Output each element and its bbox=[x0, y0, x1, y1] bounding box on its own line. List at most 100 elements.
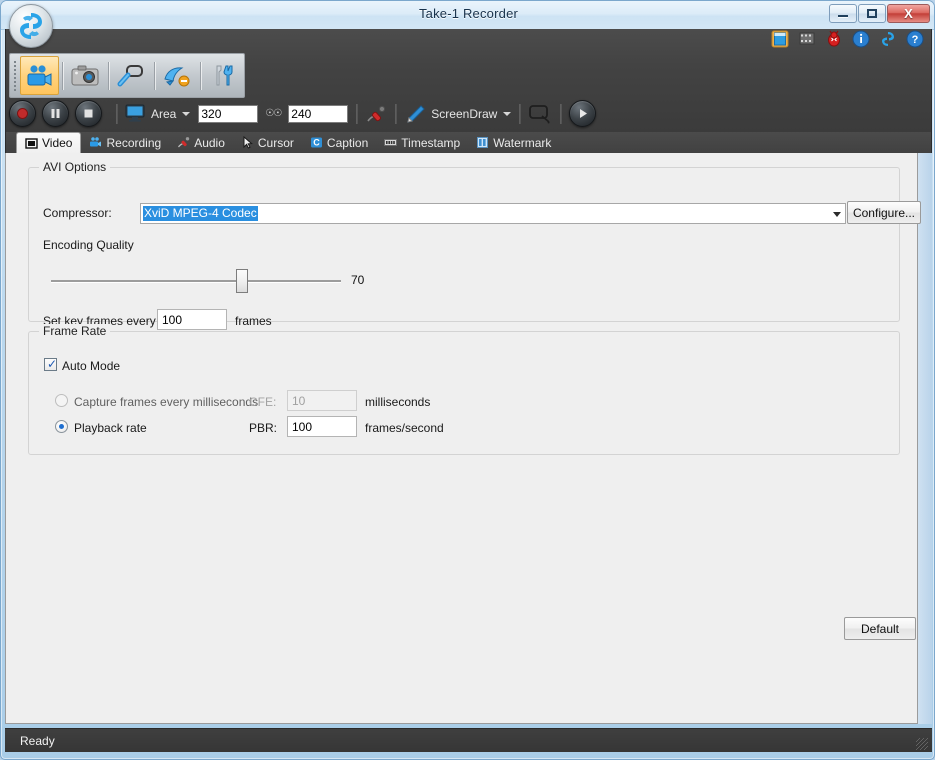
height-input[interactable] bbox=[288, 104, 349, 123]
pause-icon bbox=[51, 109, 60, 118]
tab-caption-label: Caption bbox=[326, 135, 369, 150]
close-button[interactable]: X bbox=[887, 4, 930, 23]
record-icon bbox=[17, 108, 28, 119]
paint-brush-icon bbox=[164, 66, 190, 86]
brand-swirl-icon bbox=[20, 13, 42, 39]
play-button[interactable] bbox=[569, 100, 597, 127]
video-tab-icon bbox=[25, 137, 38, 149]
screendraw-dropdown-caret[interactable] bbox=[503, 111, 512, 116]
toolbar-separator bbox=[107, 61, 109, 90]
playback-rate-label: Playback rate bbox=[74, 421, 147, 435]
tab-cursor-label: Cursor bbox=[257, 135, 294, 150]
encoding-quality-label: Encoding Quality bbox=[43, 238, 134, 252]
select-region-icon[interactable] bbox=[528, 104, 552, 124]
capture-frames-radio[interactable] bbox=[55, 394, 68, 407]
play-icon bbox=[580, 109, 588, 118]
control-separator bbox=[560, 103, 562, 124]
area-dropdown-caret[interactable] bbox=[182, 111, 191, 116]
zoom-mode-button[interactable] bbox=[112, 56, 151, 95]
record-button[interactable] bbox=[9, 100, 36, 127]
default-button[interactable]: Default bbox=[844, 617, 916, 640]
pause-button[interactable] bbox=[42, 100, 69, 127]
tab-watermark-label: Watermark bbox=[493, 135, 552, 150]
cursor-tab-icon bbox=[243, 136, 253, 149]
save-icon[interactable] bbox=[771, 30, 789, 48]
brand-icon[interactable] bbox=[879, 30, 897, 48]
video-camera-icon bbox=[27, 64, 52, 86]
tab-cursor[interactable]: Cursor bbox=[233, 132, 302, 153]
close-icon: X bbox=[904, 6, 913, 21]
screendraw-label: ScreenDraw bbox=[431, 106, 498, 121]
caption-tab-icon: C bbox=[310, 137, 322, 148]
svg-text:?: ? bbox=[912, 34, 919, 46]
encoding-quality-slider[interactable] bbox=[51, 269, 341, 293]
compressor-selected-value: XviD MPEG-4 Codec bbox=[143, 206, 258, 221]
maximize-icon bbox=[859, 5, 885, 22]
tab-recording[interactable]: Recording bbox=[81, 132, 169, 153]
cfe-input[interactable] bbox=[287, 390, 357, 411]
toolbar-separator bbox=[153, 61, 155, 90]
control-separator bbox=[116, 103, 117, 124]
minimize-icon bbox=[830, 5, 856, 22]
avi-options-title: AVI Options bbox=[39, 160, 111, 174]
minimize-button[interactable] bbox=[829, 4, 857, 23]
tools-wrench-icon bbox=[216, 65, 233, 85]
stop-button[interactable] bbox=[75, 100, 102, 127]
capture-frames-label: Capture frames every milliseconds bbox=[74, 395, 259, 409]
chain-link-icon[interactable]: ☉☉ bbox=[265, 108, 282, 119]
monitor-area-icon[interactable] bbox=[125, 104, 145, 123]
tab-caption[interactable]: C Caption bbox=[302, 132, 376, 153]
frame-rate-title: Frame Rate bbox=[39, 324, 111, 338]
slider-thumb[interactable] bbox=[236, 269, 248, 293]
video-recorder-mode-button[interactable] bbox=[19, 56, 59, 95]
tab-audio[interactable]: Audio bbox=[169, 132, 233, 153]
film-strip-icon[interactable] bbox=[798, 30, 816, 48]
resize-grip[interactable] bbox=[916, 738, 928, 750]
timestamp-tab-icon bbox=[384, 139, 398, 146]
control-separator bbox=[519, 103, 521, 124]
toolbar-drag-handle[interactable] bbox=[12, 59, 19, 92]
microphone-icon[interactable] bbox=[365, 104, 387, 124]
photo-camera-icon bbox=[71, 65, 99, 85]
tab-timestamp[interactable]: Timestamp bbox=[376, 132, 468, 153]
control-bar: Area ☉☉ ScreenDraw bbox=[9, 98, 928, 129]
info-icon[interactable] bbox=[852, 30, 870, 48]
header-icon-bar: ? bbox=[771, 30, 924, 48]
configure-button[interactable]: Configure... bbox=[847, 201, 921, 224]
cfe-label: CFE: bbox=[249, 395, 277, 409]
bug-icon[interactable] bbox=[825, 30, 843, 48]
pbr-suffix-label: frames/second bbox=[365, 421, 444, 435]
tab-recording-label: Recording bbox=[106, 135, 162, 150]
playback-rate-radio[interactable] bbox=[55, 420, 68, 433]
audio-tab-icon bbox=[178, 137, 190, 148]
width-input[interactable] bbox=[198, 104, 259, 123]
pbr-label: PBR: bbox=[249, 421, 278, 435]
tools-mode-button[interactable] bbox=[204, 56, 243, 95]
toolbar-separator bbox=[61, 61, 63, 90]
compressor-label: Compressor: bbox=[43, 206, 112, 220]
pencil-screendraw-icon[interactable] bbox=[404, 104, 426, 124]
mode-toolbar bbox=[9, 53, 245, 98]
watermark-tab-icon bbox=[477, 137, 489, 148]
title-bar: Take-1 Recorder X bbox=[1, 1, 934, 30]
pbr-input[interactable] bbox=[287, 416, 357, 437]
auto-mode-checkbox[interactable]: ✓ bbox=[44, 358, 57, 371]
cfe-suffix-label: milliseconds bbox=[365, 395, 431, 409]
tab-video[interactable]: Video bbox=[16, 132, 82, 153]
compressor-combobox[interactable]: XviD MPEG-4 Codec bbox=[140, 203, 846, 224]
maximize-button[interactable] bbox=[858, 4, 886, 23]
screen-capture-mode-button[interactable] bbox=[66, 56, 105, 95]
chevron-down-icon[interactable] bbox=[833, 212, 841, 217]
stop-icon bbox=[84, 109, 93, 118]
paint-mode-button[interactable] bbox=[158, 56, 197, 95]
slider-track bbox=[51, 280, 341, 283]
help-icon[interactable]: ? bbox=[906, 30, 924, 48]
svg-text:C: C bbox=[313, 138, 320, 148]
tab-audio-label: Audio bbox=[194, 135, 225, 150]
magnifier-icon bbox=[117, 64, 144, 86]
keyframe-input[interactable] bbox=[157, 309, 227, 330]
settings-panel: AVI Options Compressor: XviD MPEG-4 Code… bbox=[5, 153, 921, 724]
tab-watermark[interactable]: Watermark bbox=[468, 132, 559, 153]
avi-options-group: AVI Options Compressor: XviD MPEG-4 Code… bbox=[28, 160, 921, 330]
app-logo bbox=[9, 4, 53, 48]
